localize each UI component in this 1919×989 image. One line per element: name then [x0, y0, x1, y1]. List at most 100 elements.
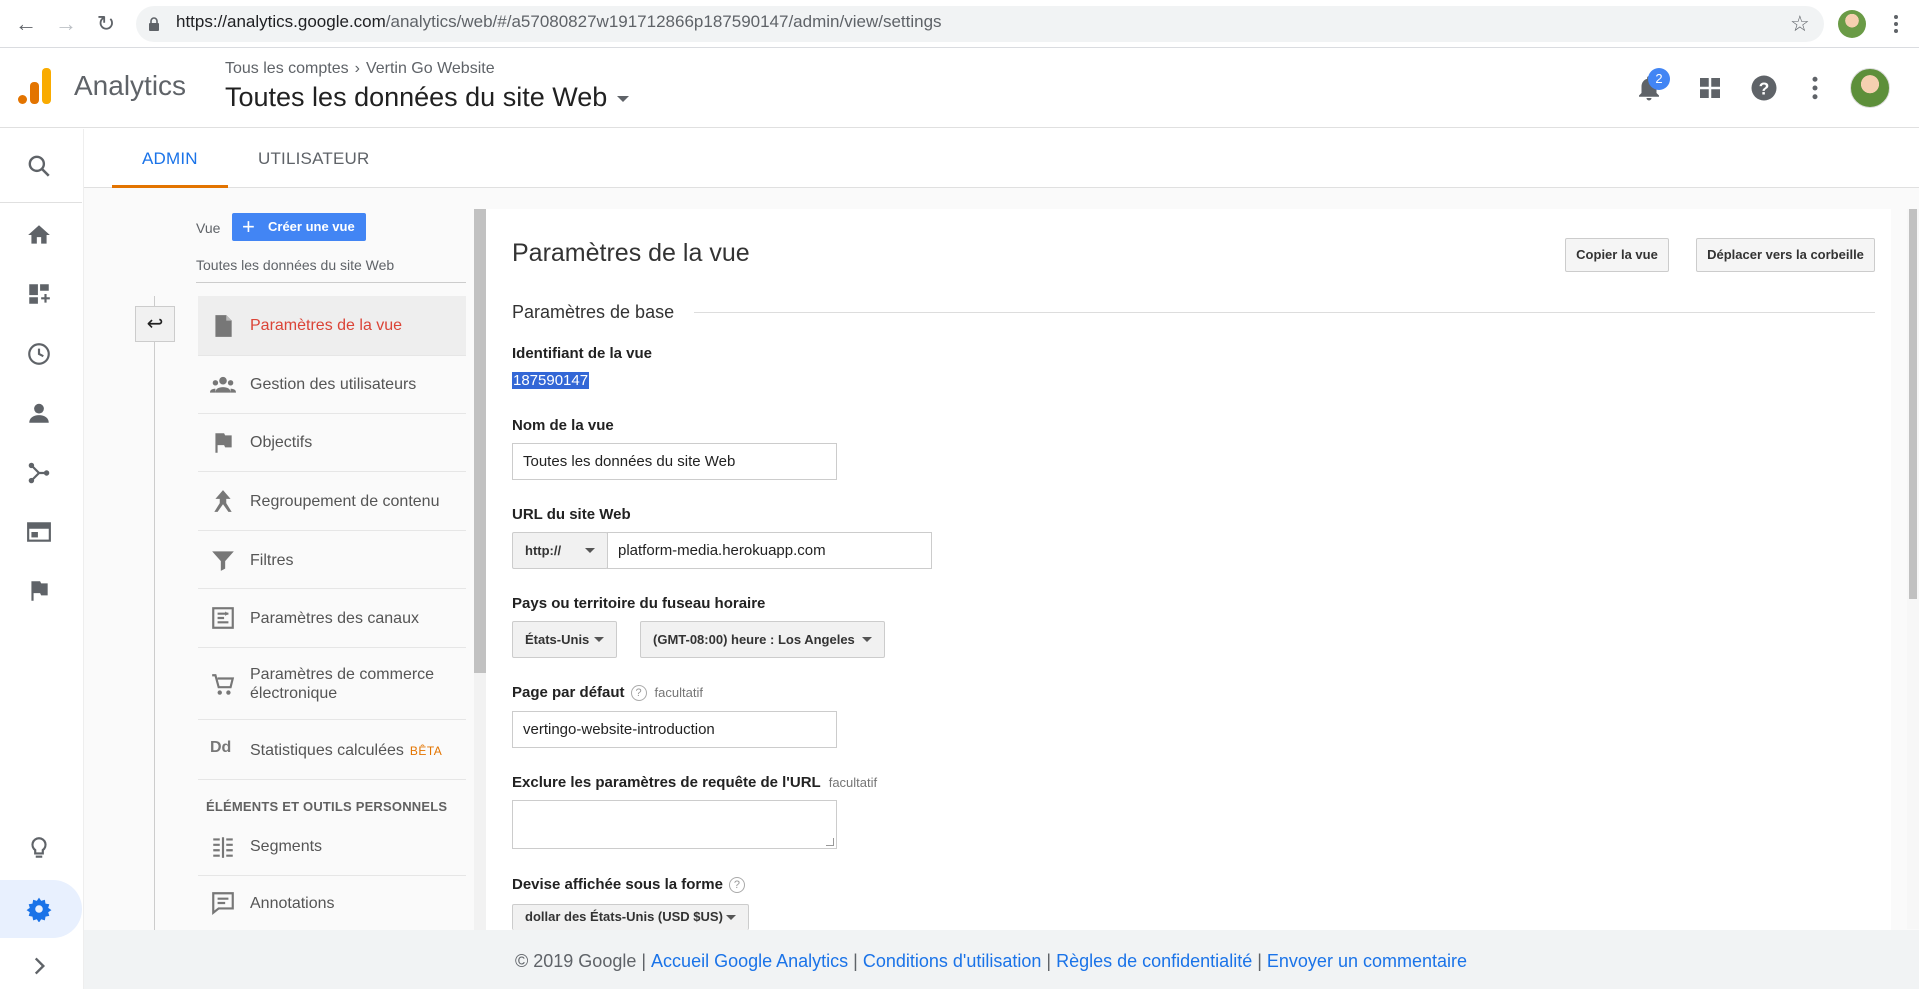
- app-name[interactable]: Analytics: [74, 70, 186, 102]
- document-icon: [215, 315, 232, 337]
- view-id-label: Identifiant de la vue: [512, 345, 653, 362]
- current-view-selector[interactable]: Toutes les données du site Web: [196, 257, 394, 273]
- optional-label: facultatif: [654, 685, 703, 700]
- menu-item-filters[interactable]: Filtres: [198, 531, 466, 589]
- view-selector-label: Toutes les données du site Web: [225, 82, 608, 112]
- conversions-flag-icon[interactable]: [26, 578, 52, 604]
- notification-badge: 2: [1648, 68, 1670, 90]
- url-text[interactable]: https://analytics.google.com/analytics/w…: [176, 12, 942, 32]
- apps-grid-icon[interactable]: [1695, 73, 1725, 103]
- create-view-button[interactable]: + Créer une vue: [232, 213, 366, 241]
- calculated-metrics-icon: Dd: [210, 739, 232, 756]
- footer-link-feedback[interactable]: Envoyer un commentaire: [1267, 951, 1467, 971]
- tree-line: [154, 296, 155, 930]
- protocol-value: http://: [525, 543, 562, 558]
- divider: [196, 282, 466, 283]
- exclude-params-textarea[interactable]: [512, 800, 837, 849]
- flag-icon: [215, 433, 232, 453]
- menu-item-label: Filtres: [250, 552, 294, 569]
- optional-label: facultatif: [828, 775, 878, 790]
- search-icon[interactable]: [26, 153, 52, 179]
- menu-item-segments[interactable]: Segments: [198, 818, 466, 876]
- rail-divider: [0, 202, 82, 203]
- menu-item-annotations[interactable]: Annotations: [198, 876, 466, 930]
- country-value: États-Unis: [525, 632, 590, 647]
- menu-item-label: Annotations: [250, 895, 335, 912]
- realtime-clock-icon[interactable]: [26, 341, 52, 367]
- reload-icon[interactable]: ↻: [94, 12, 118, 36]
- column-scrollbar-thumb[interactable]: [474, 209, 486, 673]
- resize-grip-icon[interactable]: [826, 838, 834, 846]
- forward-arrow-icon[interactable]: →: [54, 12, 78, 36]
- chevron-down-icon: [594, 637, 604, 642]
- help-question-icon[interactable]: ?: [728, 877, 745, 893]
- menu-item-ecommerce-settings[interactable]: Paramètres de commerce électronique: [198, 648, 466, 720]
- menu-item-text: Statistiques calculées: [250, 742, 404, 759]
- menu-item-calculated-metrics[interactable]: Dd Statistiques calculées BÊTA: [198, 720, 466, 780]
- analytics-logo-icon[interactable]: [18, 68, 52, 104]
- url-path: /analytics/web/#/a57080827w191712866p187…: [385, 12, 942, 31]
- menu-item-channel-settings[interactable]: Paramètres des canaux: [198, 589, 466, 648]
- avatar[interactable]: [1850, 68, 1890, 108]
- menu-item-content-grouping[interactable]: Regroupement de contenu: [198, 472, 466, 531]
- menu-item-label: Paramètres de commerce électronique: [250, 666, 435, 702]
- move-to-trash-button[interactable]: Déplacer vers la corbeille: [1696, 238, 1875, 272]
- help-icon[interactable]: ?: [1749, 73, 1779, 103]
- menu-item-label: Paramètres des canaux: [250, 610, 419, 627]
- default-page-label-text: Page par défaut: [512, 684, 625, 701]
- menu-item-label: Segments: [250, 838, 323, 855]
- expand-chevron-icon[interactable]: [26, 953, 52, 979]
- admin-tabs: ADMIN UTILISATEUR: [84, 129, 1919, 188]
- audience-person-icon[interactable]: [26, 400, 52, 426]
- content-grouping-icon: [214, 490, 232, 512]
- tab-user[interactable]: UTILISATEUR: [258, 149, 369, 169]
- behavior-icon[interactable]: [26, 519, 52, 545]
- url-host: https://analytics.google.com: [176, 12, 386, 31]
- bookmark-star-icon[interactable]: ☆: [1790, 12, 1810, 36]
- profile-extension-icon[interactable]: [1838, 10, 1866, 38]
- page-scrollbar-thumb[interactable]: [1909, 209, 1917, 599]
- view-selector[interactable]: Toutes les données du site Web: [225, 82, 630, 113]
- back-button[interactable]: ↩: [135, 306, 175, 342]
- footer-link-home[interactable]: Accueil Google Analytics: [651, 951, 848, 971]
- page-title: Paramètres de la vue: [512, 239, 750, 267]
- footer-links: © 2019 Google | Accueil Google Analytics | C…: [515, 951, 1467, 971]
- back-arrow-icon[interactable]: ←: [14, 12, 38, 36]
- timezone-select[interactable]: (GMT-08:00) heure : Los Angeles: [640, 621, 885, 658]
- currency-select[interactable]: dollar des États-Unis (USD $US): [512, 904, 749, 930]
- admin-gear-icon[interactable]: [26, 896, 52, 922]
- menu-item-view-settings[interactable]: Paramètres de la vue: [198, 296, 466, 356]
- acquisition-icon[interactable]: [26, 460, 52, 486]
- home-icon[interactable]: [26, 222, 52, 248]
- menu-item-label: Paramètres de la vue: [250, 317, 403, 334]
- view-column-label: Vue: [196, 220, 221, 236]
- browser-menu-icon[interactable]: [1884, 12, 1908, 36]
- annotations-icon: [212, 892, 234, 916]
- menu-item-goals[interactable]: Objectifs: [198, 414, 466, 472]
- cart-icon: [212, 674, 235, 695]
- breadcrumb-account[interactable]: Tous les comptes: [225, 60, 349, 77]
- breadcrumb-property[interactable]: Vertin Go Website: [366, 60, 495, 77]
- help-question-icon[interactable]: ?: [630, 685, 647, 701]
- footer-link-privacy[interactable]: Règles de confidentialité: [1056, 951, 1252, 971]
- tab-admin[interactable]: ADMIN: [142, 149, 198, 169]
- default-page-field[interactable]: vertingo-website-introduction: [512, 711, 837, 748]
- site-url-label: URL du site Web: [512, 506, 631, 523]
- view-id-value[interactable]: 187590147: [512, 372, 590, 389]
- breadcrumb[interactable]: Tous les comptes › Vertin Go Website: [225, 60, 495, 78]
- country-select[interactable]: États-Unis: [512, 621, 617, 658]
- copy-view-button[interactable]: Copier la vue: [1565, 238, 1669, 272]
- view-name-field[interactable]: Toutes les données du site Web: [512, 443, 837, 480]
- customization-dashboard-icon[interactable]: [26, 281, 52, 307]
- more-vert-icon[interactable]: [1800, 73, 1830, 103]
- footer-link-terms[interactable]: Conditions d'utilisation: [863, 951, 1042, 971]
- protocol-select[interactable]: http://: [512, 532, 608, 569]
- timezone-label: Pays ou territoire du fuseau horaire: [512, 595, 766, 612]
- site-url-field[interactable]: platform-media.herokuapp.com: [607, 532, 932, 569]
- default-page-label: Page par défaut? facultatif: [512, 684, 703, 701]
- menu-item-user-management[interactable]: Gestion des utilisateurs: [198, 356, 466, 414]
- back-arrow-icon: ↩: [146, 313, 164, 335]
- exclude-params-label: Exclure les paramètres de requête de l'U…: [512, 774, 877, 791]
- discover-lightbulb-icon[interactable]: [26, 835, 52, 861]
- copyright: © 2019 Google: [515, 951, 637, 971]
